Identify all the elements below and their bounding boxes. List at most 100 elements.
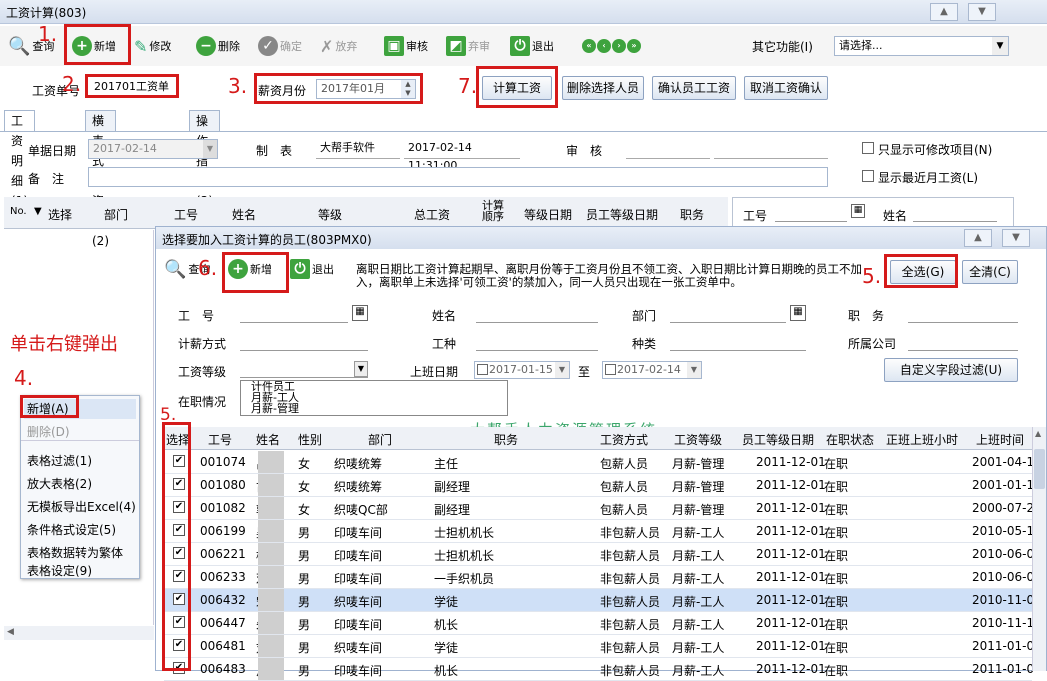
filter-pay-method-field[interactable] — [240, 333, 368, 351]
dialog-minimize-button[interactable]: ▲ — [964, 229, 992, 247]
cell-start: 2010-06-0 — [972, 547, 1035, 561]
tab-guide[interactable]: 操作指引(3) — [189, 110, 220, 208]
row-select-checkbox[interactable]: ✔ — [173, 478, 185, 490]
menu-item-export-excel[interactable]: 无模板导出Excel(4) — [27, 498, 136, 515]
date-from-checkbox[interactable] — [477, 364, 488, 375]
dialog-add-button[interactable]: + 新增 — [228, 257, 272, 281]
tab-horizontal-table[interactable]: 横表式工资表(2) — [85, 110, 116, 248]
menu-item-traditional[interactable]: 表格数据转为繁体 — [27, 544, 123, 561]
table-row[interactable]: ✔006432宋男织唛车间学徒非包薪人员月薪-工人2011-12-01在职201… — [164, 589, 1034, 612]
filter-job-type-label: 工种 — [432, 337, 457, 351]
row-select-checkbox[interactable]: ✔ — [173, 593, 185, 605]
cell-no: 006447 — [200, 616, 246, 630]
filter-grade-field[interactable]: ▼ — [240, 360, 368, 378]
grid-picker-icon[interactable]: ▦ — [790, 305, 806, 321]
filter-icon[interactable]: ▼ — [34, 206, 42, 217]
row-select-checkbox[interactable]: ✔ — [173, 639, 185, 651]
other-functions-select[interactable]: 请选择... ▼ — [834, 36, 1009, 56]
delete-button[interactable]: − 删除 — [196, 34, 240, 58]
custom-field-filter-button[interactable]: 自定义字段过滤(U) — [884, 358, 1018, 382]
exit-button[interactable]: ⏻ 退出 — [510, 34, 554, 58]
table-row[interactable]: ✔006483卢男印唛车间机长非包薪人员月薪-工人2011-12-01在职201… — [164, 658, 1034, 681]
status-listbox[interactable]: 计件员工 月薪-工人 月薪-管理 — [240, 380, 508, 416]
add-button[interactable]: + 新增 — [72, 34, 116, 58]
cell-dept: 印唛车间 — [334, 572, 383, 586]
grid-picker-icon[interactable]: ▦ — [352, 305, 368, 321]
table-row[interactable]: ✔006221杨男印唛车间士担机机长非包薪人员月薪-工人2011-12-01在职… — [164, 543, 1035, 566]
table-row[interactable]: ✔001074吕女织唛统筹主任包薪人员月薪-管理2011-12-01在职2001… — [164, 451, 1034, 474]
row-select-checkbox[interactable]: ✔ — [173, 616, 185, 628]
cell-no: 006481 — [200, 639, 246, 653]
menu-item-zoom[interactable]: 放大表格(2) — [27, 475, 92, 492]
month-field[interactable]: 2017年01月 ▲ ▼ — [316, 79, 416, 99]
next-record-icon[interactable]: › — [612, 39, 626, 53]
col-grade: 工资等级 — [674, 433, 723, 447]
cancel-confirm-button[interactable]: 取消工资确认 — [744, 76, 828, 100]
cell-no: 001080 — [200, 478, 246, 492]
row-select-checkbox[interactable]: ✔ — [173, 501, 185, 513]
unreview-button[interactable]: ◩ 弃审 — [446, 34, 490, 58]
table-row[interactable]: ✔006233邓男印唛车间一手织机员非包薪人员月薪-工人2011-12-01在职… — [164, 566, 1034, 589]
main-grid-header: No. ▼ 选择 部门 工号 姓名 等级 总工资 计算顺序 等级日期 员工等级日… — [4, 197, 728, 229]
doc-date-field[interactable]: 2017-02-14 ▼ — [88, 139, 218, 159]
table-row[interactable]: ✔001080古女织唛统筹副经理包薪人员月薪-管理2011-12-01在职200… — [164, 474, 1034, 497]
record-navigation: « ‹ › » — [582, 34, 641, 58]
confirm-button[interactable]: ✓ 确定 — [258, 34, 302, 58]
col-start-time: 上班时间 — [976, 433, 1025, 447]
table-row[interactable]: ✔006199吴男印唛车间士担机机长非包薪人员月薪-工人2011-12-01在职… — [164, 520, 1034, 543]
abandon-button[interactable]: ✗ 放弃 — [320, 34, 357, 58]
menu-item-add[interactable]: 新增(A) — [24, 399, 136, 419]
menu-item-grid-settings[interactable]: 表格设定(9) — [27, 562, 92, 579]
table-row[interactable]: ✔006447朱男印唛车间机长非包薪人员月薪-工人2011-12-01在职201… — [164, 612, 1034, 635]
right-name-field[interactable] — [913, 204, 997, 222]
sheet-no-field[interactable]: 201701工资单 — [90, 78, 176, 98]
date-from-field[interactable]: 2017-01-15 ▼ — [474, 361, 570, 379]
remove-selected-button[interactable]: 删除选择人员 — [562, 76, 644, 100]
row-select-checkbox[interactable]: ✔ — [173, 547, 185, 559]
minimize-button[interactable]: ▲ — [930, 3, 958, 21]
dialog-exit-button[interactable]: ⏻ 退出 — [290, 257, 334, 281]
row-select-checkbox[interactable]: ✔ — [173, 455, 185, 467]
maximize-button[interactable]: ▼ — [968, 3, 996, 21]
first-record-icon[interactable]: « — [582, 39, 596, 53]
review-button[interactable]: ▣ 审核 — [384, 34, 428, 58]
scroll-thumb[interactable] — [1034, 449, 1045, 489]
clear-all-button[interactable]: 全清(C) — [962, 260, 1018, 284]
table-row[interactable]: ✔006481刘男织唛车间学徒非包薪人员月薪-工人2011-12-01在职201… — [164, 635, 1034, 658]
menu-item-delete[interactable]: 删除(D) — [27, 423, 70, 440]
row-select-checkbox[interactable]: ✔ — [173, 570, 185, 582]
last-record-icon[interactable]: » — [627, 39, 641, 53]
table-row[interactable]: ✔001082郭女织唛QC部副经理包薪人员月薪-管理2011-12-01在职20… — [164, 497, 1034, 520]
select-all-button[interactable]: 全选(G) — [890, 260, 956, 284]
filter-job-type-field[interactable] — [476, 333, 598, 351]
row-select-checkbox[interactable]: ✔ — [173, 662, 185, 674]
horizontal-scrollbar[interactable]: ◀ — [4, 626, 154, 640]
chevron-down-icon: ▼ — [203, 140, 217, 158]
filter-category-field[interactable] — [670, 333, 806, 351]
grid-picker-icon[interactable]: ▦ — [851, 204, 865, 218]
filter-dept-field[interactable] — [670, 305, 786, 323]
confirm-emp-salary-button[interactable]: 确认员工工资 — [652, 76, 736, 100]
edit-button[interactable]: ✎ 修改 — [134, 34, 171, 58]
note-field[interactable] — [88, 167, 828, 187]
filter-company-field[interactable] — [908, 333, 1018, 351]
row-select-checkbox[interactable]: ✔ — [173, 524, 185, 536]
vertical-scrollbar[interactable]: ▲ — [1032, 427, 1046, 671]
menu-item-conditional-format[interactable]: 条件格式设定(5) — [27, 521, 116, 538]
menu-item-filter[interactable]: 表格过滤(1) — [27, 452, 92, 469]
annotation-4: 4. — [14, 366, 34, 390]
date-to-field[interactable]: 2017-02-14 ▼ — [602, 361, 702, 379]
prev-record-icon[interactable]: ‹ — [597, 39, 611, 53]
date-to-checkbox[interactable] — [605, 364, 616, 375]
calc-salary-button[interactable]: 计算工资 — [482, 76, 552, 100]
status-option[interactable]: 月薪-管理 — [251, 403, 507, 414]
right-emp-no-field[interactable] — [775, 204, 847, 222]
filter-emp-no-field[interactable] — [240, 305, 348, 323]
tab-salary-detail[interactable]: 工资明细(1) — [4, 110, 35, 208]
spin-icon[interactable]: ▲ ▼ — [401, 80, 415, 98]
only-editable-checkbox[interactable] — [862, 142, 874, 154]
dialog-maximize-button[interactable]: ▼ — [1002, 229, 1030, 247]
filter-position-field[interactable] — [908, 305, 1018, 323]
show-recent-checkbox[interactable] — [862, 170, 874, 182]
filter-name-field[interactable] — [476, 305, 598, 323]
